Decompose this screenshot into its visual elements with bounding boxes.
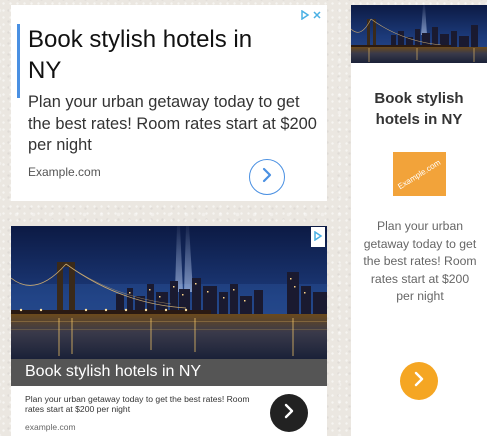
ad-description: Plan your urban getaway today to get the… [28, 93, 317, 154]
caption-bar: Book stylish hotels in NY [11, 359, 327, 386]
display-url[interactable]: example.com [25, 422, 76, 432]
chevron-right-icon [282, 403, 296, 424]
adchoices[interactable] [311, 227, 325, 247]
advertiser-logo[interactable]: Example.com [393, 152, 446, 196]
ad-headline[interactable]: Book stylish hotels in NY [25, 363, 201, 381]
ad-description: Plan your urban getaway today to get the… [25, 394, 250, 414]
ad-headline[interactable]: Book stylish hotels in NY [28, 24, 288, 86]
ad-headline[interactable]: Book stylish hotels in NY [351, 88, 487, 130]
accent-bar [17, 24, 20, 98]
chevron-right-icon [412, 371, 426, 392]
nyc-skyline-photo[interactable] [11, 226, 327, 359]
cta-button[interactable] [249, 159, 285, 195]
chevron-right-icon [260, 167, 274, 188]
skyscraper-ad[interactable]: Book stylish hotels in NY Example.com Pl… [351, 5, 487, 436]
adchoices-icon[interactable] [300, 7, 310, 25]
nyc-skyline-photo[interactable] [351, 5, 487, 63]
close-icon[interactable] [312, 7, 322, 25]
cta-button[interactable] [400, 362, 438, 400]
cta-button[interactable] [270, 394, 308, 432]
adchoices[interactable] [298, 6, 324, 26]
image-ad[interactable]: Book stylish hotels in NY Plan your urba… [11, 226, 327, 436]
text-ad[interactable]: Book stylish hotels in NY Plan your urba… [11, 5, 327, 201]
logo-text: Example.com [396, 157, 443, 191]
ad-description: Plan your urban getaway today to get the… [363, 219, 477, 303]
adchoices-icon[interactable] [313, 228, 323, 246]
display-url[interactable]: Example.com [28, 165, 101, 179]
